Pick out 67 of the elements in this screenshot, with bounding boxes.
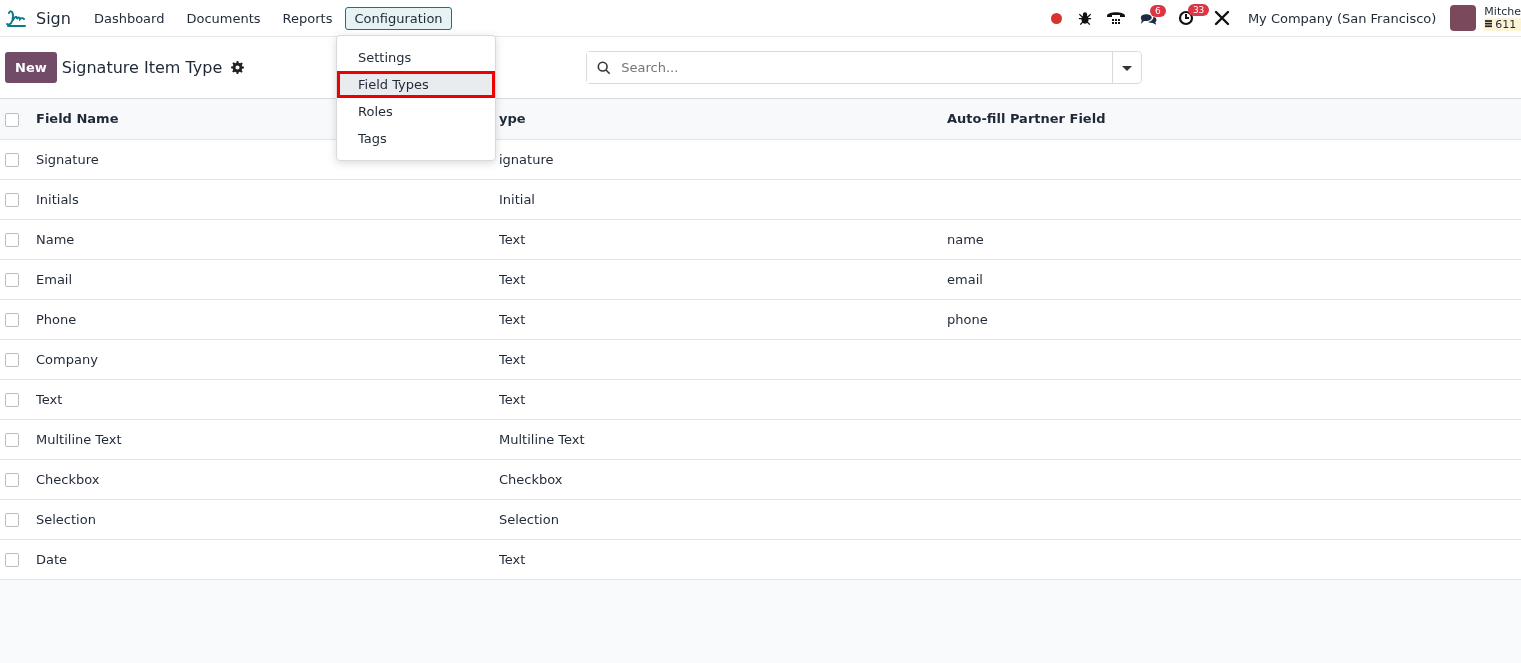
search-bar[interactable]: Search... (586, 51, 1143, 84)
credits-count: 611 (1495, 18, 1517, 31)
table-cell: Checkbox (36, 471, 100, 487)
table-cell: Text (499, 551, 526, 567)
menu-item[interactable]: Field Types (337, 71, 495, 98)
table-cell: Date (36, 551, 68, 567)
phone-icon[interactable] (1105, 10, 1126, 26)
row-checkbox[interactable] (5, 512, 19, 527)
search-options-button[interactable] (1112, 52, 1142, 83)
count-badge: 33 (1187, 4, 1210, 16)
user-avatar[interactable] (1450, 5, 1477, 31)
table-cell: Multiline Text (499, 431, 585, 447)
clock-icon[interactable] (1177, 10, 1194, 26)
table-cell: phone (947, 311, 988, 327)
search-icon (597, 60, 612, 75)
app-name[interactable]: Sign (36, 8, 71, 28)
new-button[interactable]: New (5, 52, 57, 83)
column-header[interactable]: Auto-fill Partner Field (946, 99, 1521, 139)
table-cell: Phone (36, 311, 77, 327)
row-checkbox[interactable] (5, 392, 19, 407)
table-cell: name (947, 231, 984, 247)
count-badge: 6 (1149, 4, 1166, 17)
row-checkbox[interactable] (5, 232, 19, 247)
row-checkbox[interactable] (5, 312, 19, 327)
row-checkbox[interactable] (5, 472, 19, 487)
breadcrumb-title: Signature Item Type (61, 58, 223, 77)
row-checkbox[interactable] (5, 192, 19, 207)
table-cell: Multiline Text (36, 431, 122, 447)
settings-icon[interactable] (231, 61, 245, 74)
table-cell: Checkbox (499, 471, 563, 487)
table-cell: Text (499, 351, 526, 367)
menu-item[interactable]: Tags (337, 125, 495, 152)
caret-icon (1122, 66, 1133, 72)
row-checkbox[interactable] (5, 432, 19, 447)
table-cell: Text (499, 391, 526, 407)
company-switcher[interactable]: My Company (San Francisco) (1247, 10, 1437, 26)
table-cell: ignature (499, 151, 554, 167)
bug-icon[interactable] (1077, 11, 1092, 25)
select-all-checkbox[interactable] (5, 112, 19, 127)
row-checkbox[interactable] (5, 272, 19, 287)
table-cell: Name (36, 231, 75, 247)
table-cell: Text (499, 231, 526, 247)
menu-item[interactable]: Settings (337, 44, 495, 71)
table-cell: Text (499, 271, 526, 287)
table-cell: Selection (36, 511, 96, 527)
recording-dot-icon[interactable] (1050, 12, 1062, 24)
table-cell: Initial (499, 191, 535, 207)
table-cell: Initials (36, 191, 79, 207)
row-checkbox[interactable] (5, 552, 19, 567)
coins-icon (1485, 20, 1493, 29)
menu-item[interactable]: Documents (177, 6, 270, 30)
table-cell: Text (36, 391, 63, 407)
table-cell: Selection (499, 511, 559, 527)
menu-item[interactable]: Reports (273, 6, 342, 30)
user-name[interactable]: Mitche (1484, 5, 1521, 18)
table-cell: email (947, 271, 983, 287)
menu-item[interactable]: Roles (337, 98, 495, 125)
menu-item[interactable]: Configuration (345, 6, 452, 30)
table-cell: Text (499, 311, 526, 327)
table-cell: Company (36, 351, 98, 367)
menu-item[interactable]: Dashboard (84, 6, 174, 30)
row-checkbox[interactable] (5, 152, 19, 167)
row-checkbox[interactable] (5, 352, 19, 367)
signature-logo-icon[interactable] (4, 8, 28, 28)
table-cell: Signature (36, 151, 99, 167)
table-cell: Email (36, 271, 73, 287)
search-input[interactable]: Search... (619, 59, 1094, 76)
